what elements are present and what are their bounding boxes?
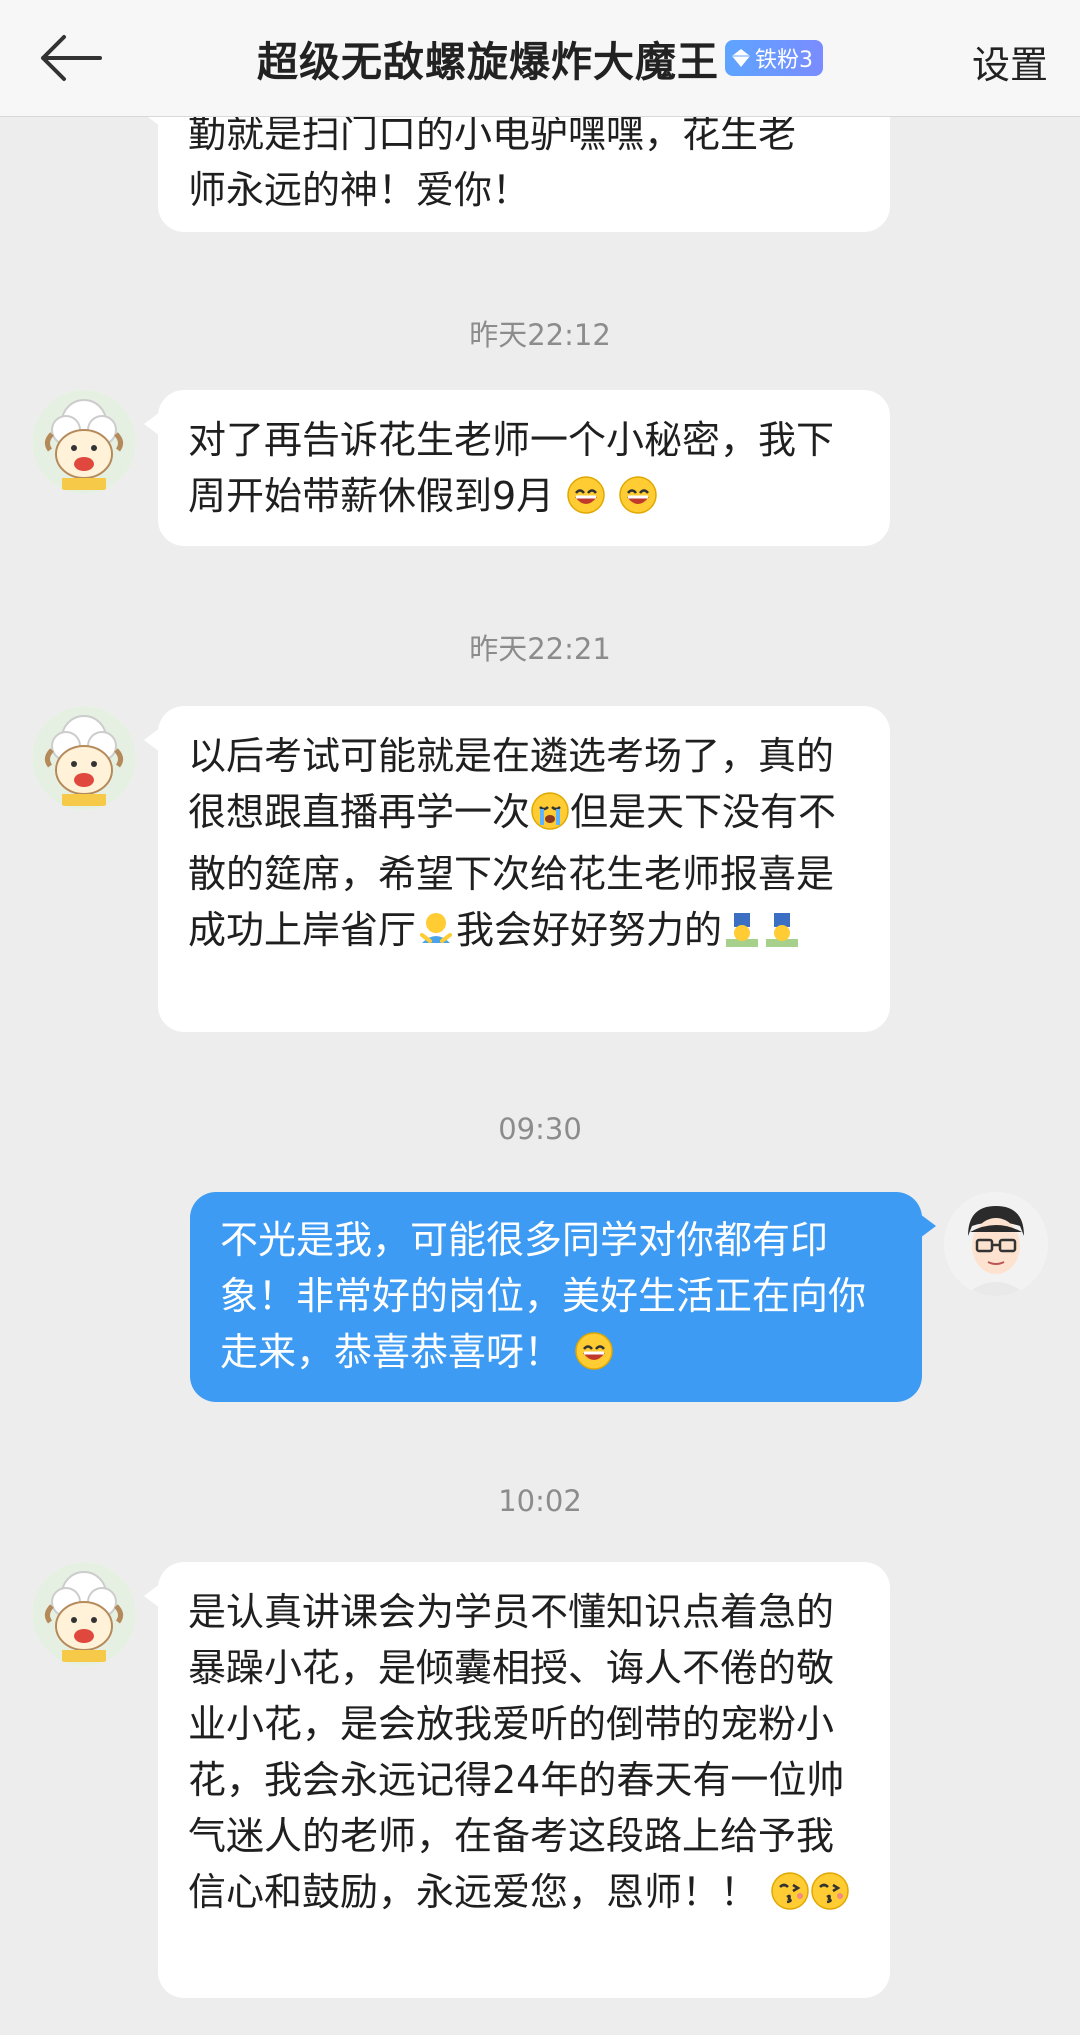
sheep-avatar-icon: [32, 390, 136, 494]
message-text: 对了再告诉花生老师一个小秘密，我下周开始带薪休假到9月: [188, 418, 835, 518]
message-text: 是认真讲课会为学员不懂知识点着急的暴躁小花，是倾囊相授、诲人不倦的敬业小花，是会…: [188, 1590, 845, 1914]
message-list[interactable]: 勤就是扫门口的小电驴嘿嘿，花生老 师永远的神！爱你！ 昨天22:12 对了再告诉…: [0, 0, 1080, 2035]
sheep-avatar-icon: [32, 1562, 136, 1666]
avatar-self[interactable]: [944, 1192, 1048, 1296]
timestamp: 昨天22:21: [469, 632, 611, 666]
chat-header: 超级无敌螺旋爆炸大魔王 铁粉3 设置: [0, 0, 1080, 117]
grinning-face-icon: [574, 1330, 614, 1386]
grinning-face-icon: [566, 474, 606, 530]
timestamp: 10:02: [498, 1484, 582, 1518]
kneeling-person-icon: [762, 908, 802, 964]
timestamp: 09:30: [498, 1112, 582, 1146]
message-bubble[interactable]: 对了再告诉花生老师一个小秘密，我下周开始带薪休假到9月: [144, 390, 890, 546]
crying-face-icon: [530, 790, 570, 846]
title-area: 超级无敌螺旋爆炸大魔王 铁粉3: [0, 0, 1080, 116]
avatar[interactable]: [32, 706, 136, 810]
fan-level-badge: 铁粉3: [725, 40, 823, 76]
message-text-line: 师永远的神！爱你！: [188, 168, 531, 212]
message-bubble[interactable]: 以后考试可能就是在遴选考场了，真的很想跟直播再学一次 但是天下没有不散的筵席，希望…: [144, 706, 890, 1032]
avatar[interactable]: [32, 390, 136, 494]
settings-button[interactable]: 设置: [972, 34, 1048, 89]
badge-label: 铁粉3: [755, 48, 813, 73]
timestamp: 昨天22:12: [469, 318, 611, 352]
sheep-avatar-icon: [32, 706, 136, 810]
avatar[interactable]: [32, 1562, 136, 1666]
contact-name: 超级无敌螺旋爆炸大魔王: [257, 38, 719, 86]
man-avatar-icon: [944, 1192, 1048, 1296]
message-text: 我会好好努力的: [456, 908, 723, 952]
kissing-face-icon: [810, 1870, 850, 1926]
kissing-face-icon: [770, 1870, 810, 1926]
grinning-face-icon: [618, 474, 658, 530]
message-bubble[interactable]: 是认真讲课会为学员不懂知识点着急的暴躁小花，是倾囊相授、诲人不倦的敬业小花，是会…: [144, 1562, 890, 1998]
message-text: 不光是我，可能很多同学对你都有印象！非常好的岗位，美好生活正在向你走来，恭喜恭喜…: [220, 1218, 867, 1374]
hug-icon: [416, 908, 456, 964]
diamond-icon: [732, 49, 750, 67]
message-bubble-self[interactable]: 不光是我，可能很多同学对你都有印象！非常好的岗位，美好生活正在向你走来，恭喜恭喜…: [190, 1192, 936, 1402]
kneeling-person-icon: [722, 908, 762, 964]
